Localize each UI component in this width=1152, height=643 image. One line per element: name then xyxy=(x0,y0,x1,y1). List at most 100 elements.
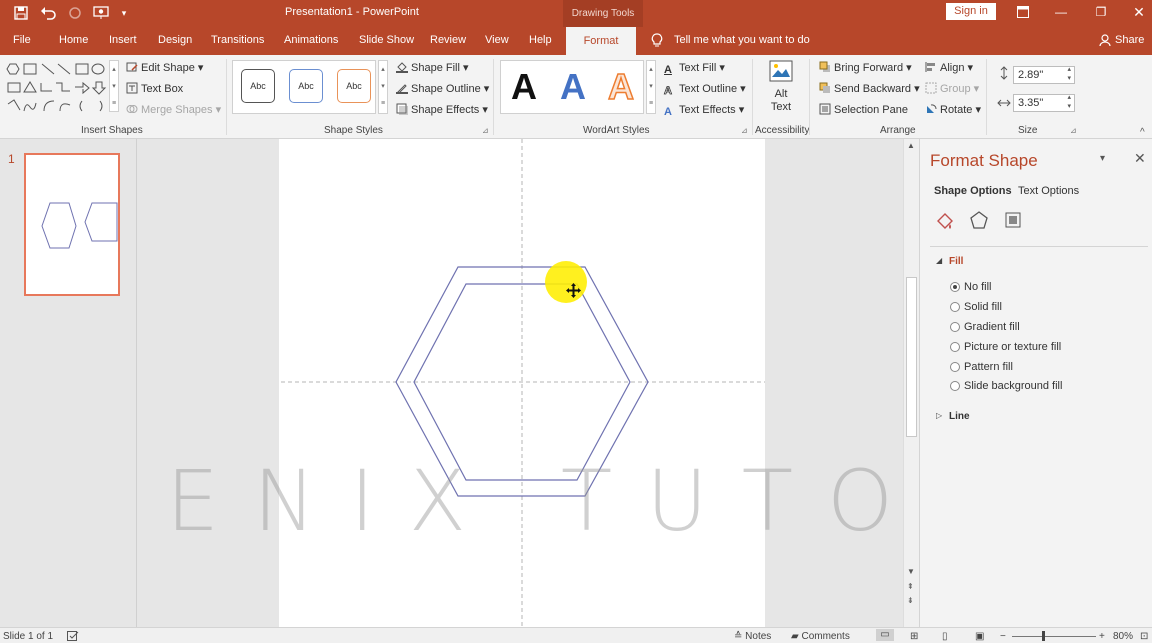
customize-toolbar-icon[interactable]: ▾ xyxy=(118,4,130,22)
ribbon-display-options-icon[interactable] xyxy=(1012,3,1034,21)
sign-in-button[interactable]: Sign in xyxy=(946,3,996,20)
slide-sorter-icon[interactable]: ⊞ xyxy=(910,631,918,642)
rotate-button[interactable]: Rotate ▾ xyxy=(925,103,981,116)
shapes-gallery-scroll[interactable]: ▴ ▾ ≡ xyxy=(109,60,119,112)
wordart-preset[interactable]: A xyxy=(560,67,586,107)
height-spinner[interactable]: ▴ ▾ xyxy=(1067,65,1071,83)
notes-button[interactable]: ≙ Notes xyxy=(734,631,771,642)
tab-transitions[interactable]: Transitions xyxy=(211,34,264,46)
size-properties-icon[interactable] xyxy=(1004,211,1022,232)
no-fill-radio[interactable] xyxy=(950,282,960,292)
edit-shape-button[interactable]: Edit Shape ▾ xyxy=(126,61,203,74)
shape-style-preset[interactable]: Abc xyxy=(241,69,275,103)
fit-slide-icon[interactable]: ⊡ xyxy=(1140,631,1148,642)
shape-height-input[interactable]: 2.89" ▴ ▾ xyxy=(1013,66,1075,84)
zoom-out-icon[interactable]: − xyxy=(1000,631,1006,642)
bring-forward-button[interactable]: Bring Forward ▾ xyxy=(819,61,912,74)
present-from-beginning-icon[interactable] xyxy=(90,4,112,22)
restore-icon[interactable]: ❐ xyxy=(1090,3,1112,21)
tab-file[interactable]: File xyxy=(13,34,31,46)
text-fill-button[interactable]: A Text Fill ▾ xyxy=(664,61,725,76)
tab-format[interactable]: Format xyxy=(566,27,636,55)
slide-canvas[interactable] xyxy=(279,139,765,627)
tab-view[interactable]: View xyxy=(485,34,509,46)
text-outline-button[interactable]: A Text Outline ▾ xyxy=(664,82,746,97)
gradient-fill-radio[interactable] xyxy=(950,322,960,332)
scroll-up-icon[interactable]: ▲ xyxy=(907,141,915,150)
slide-background-fill-label[interactable]: Slide background fill xyxy=(964,380,1062,392)
fill-section-header[interactable]: Fill xyxy=(949,256,963,267)
minimize-icon[interactable]: — xyxy=(1050,3,1072,21)
send-backward-button[interactable]: Send Backward ▾ xyxy=(819,82,920,95)
comments-button[interactable]: ▰ Comments xyxy=(791,631,850,642)
tab-animations[interactable]: Animations xyxy=(284,34,338,46)
gradient-fill-label[interactable]: Gradient fill xyxy=(964,321,1020,333)
wordart-scroll[interactable]: ▴ ▾ ≡ xyxy=(646,60,656,114)
tab-help[interactable]: Help xyxy=(529,34,552,46)
shape-fill-button[interactable]: Shape Fill ▾ xyxy=(396,61,469,74)
align-button[interactable]: Align ▾ xyxy=(925,61,973,74)
slide-background-fill-radio[interactable] xyxy=(950,381,960,391)
fill-line-icon[interactable] xyxy=(935,211,955,234)
shape-styles-dialog-launcher-icon[interactable]: ⊿ xyxy=(482,126,489,135)
pattern-fill-radio[interactable] xyxy=(950,362,960,372)
shape-style-preset[interactable]: Abc xyxy=(337,69,371,103)
tab-text-options[interactable]: Text Options xyxy=(1018,185,1079,197)
tell-me-search[interactable]: Tell me what you want to do xyxy=(674,34,810,46)
shape-outline-button[interactable]: Shape Outline ▾ xyxy=(396,82,489,95)
pane-options-icon[interactable]: ▾ xyxy=(1100,153,1105,164)
wordart-preset[interactable]: A xyxy=(607,66,635,108)
scrollbar-thumb[interactable] xyxy=(906,277,917,437)
zoom-level[interactable]: 80% xyxy=(1113,631,1133,642)
solid-fill-radio[interactable] xyxy=(950,302,960,312)
size-dialog-launcher-icon[interactable]: ⊿ xyxy=(1070,126,1077,135)
tab-slide-show[interactable]: Slide Show xyxy=(359,34,414,46)
selection-pane-button[interactable]: Selection Pane xyxy=(819,103,908,116)
tab-insert[interactable]: Insert xyxy=(109,34,137,46)
tab-home[interactable]: Home xyxy=(59,34,88,46)
close-icon[interactable]: ✕ xyxy=(1128,3,1150,21)
fill-collapse-icon[interactable]: ◢ xyxy=(936,256,942,265)
redo-icon[interactable] xyxy=(66,4,84,22)
wordart-dialog-launcher-icon[interactable]: ⊿ xyxy=(741,126,748,135)
reading-view-icon[interactable]: ▯ xyxy=(942,631,948,642)
share-button[interactable]: Share xyxy=(1115,34,1144,46)
text-box-button[interactable]: Text Box xyxy=(126,82,183,95)
pattern-fill-label[interactable]: Pattern fill xyxy=(964,361,1013,373)
group-button[interactable]: Group ▾ xyxy=(925,82,979,95)
slide-show-view-icon[interactable]: ▣ xyxy=(975,631,984,642)
text-effects-button[interactable]: A Text Effects ▾ xyxy=(664,103,744,118)
spellcheck-icon[interactable] xyxy=(67,631,79,643)
shape-styles-scroll[interactable]: ▴ ▾ ≡ xyxy=(378,60,388,114)
line-expand-icon[interactable]: ▷ xyxy=(936,411,942,420)
collapse-ribbon-icon[interactable]: ^ xyxy=(1140,127,1145,138)
slide-thumbnail[interactable] xyxy=(24,153,120,296)
tab-design[interactable]: Design xyxy=(158,34,192,46)
next-slide-icon[interactable]: ⇟ xyxy=(907,596,914,605)
solid-fill-label[interactable]: Solid fill xyxy=(964,301,1002,313)
picture-fill-label[interactable]: Picture or texture fill xyxy=(964,341,1061,353)
shape-style-preset[interactable]: Abc xyxy=(289,69,323,103)
pane-close-icon[interactable]: ✕ xyxy=(1134,150,1146,167)
zoom-slider-thumb[interactable] xyxy=(1042,631,1045,641)
normal-view-icon[interactable]: ▭ xyxy=(876,629,894,641)
zoom-slider[interactable] xyxy=(1012,636,1096,637)
scroll-down-icon[interactable]: ▼ xyxy=(907,567,915,576)
shape-width-input[interactable]: 3.35" ▴ ▾ xyxy=(1013,94,1075,112)
line-section-header[interactable]: Line xyxy=(949,411,970,422)
picture-fill-radio[interactable] xyxy=(950,342,960,352)
save-icon[interactable] xyxy=(10,4,32,22)
effects-icon[interactable] xyxy=(970,211,988,232)
width-spinner[interactable]: ▴ ▾ xyxy=(1067,93,1071,111)
merge-shapes-button[interactable]: Merge Shapes ▾ xyxy=(126,103,221,116)
shapes-gallery[interactable] xyxy=(4,61,120,117)
shape-effects-button[interactable]: Shape Effects ▾ xyxy=(396,103,488,116)
undo-icon[interactable] xyxy=(36,4,62,22)
tab-review[interactable]: Review xyxy=(430,34,466,46)
wordart-preset[interactable]: A xyxy=(511,67,537,107)
zoom-in-icon[interactable]: + xyxy=(1099,631,1105,642)
previous-slide-icon[interactable]: ⇞ xyxy=(907,582,914,591)
vertical-scrollbar[interactable]: ▲ ▼ ⇞ ⇟ xyxy=(903,139,919,627)
tab-shape-options[interactable]: Shape Options xyxy=(934,185,1012,197)
no-fill-label[interactable]: No fill xyxy=(964,281,992,293)
